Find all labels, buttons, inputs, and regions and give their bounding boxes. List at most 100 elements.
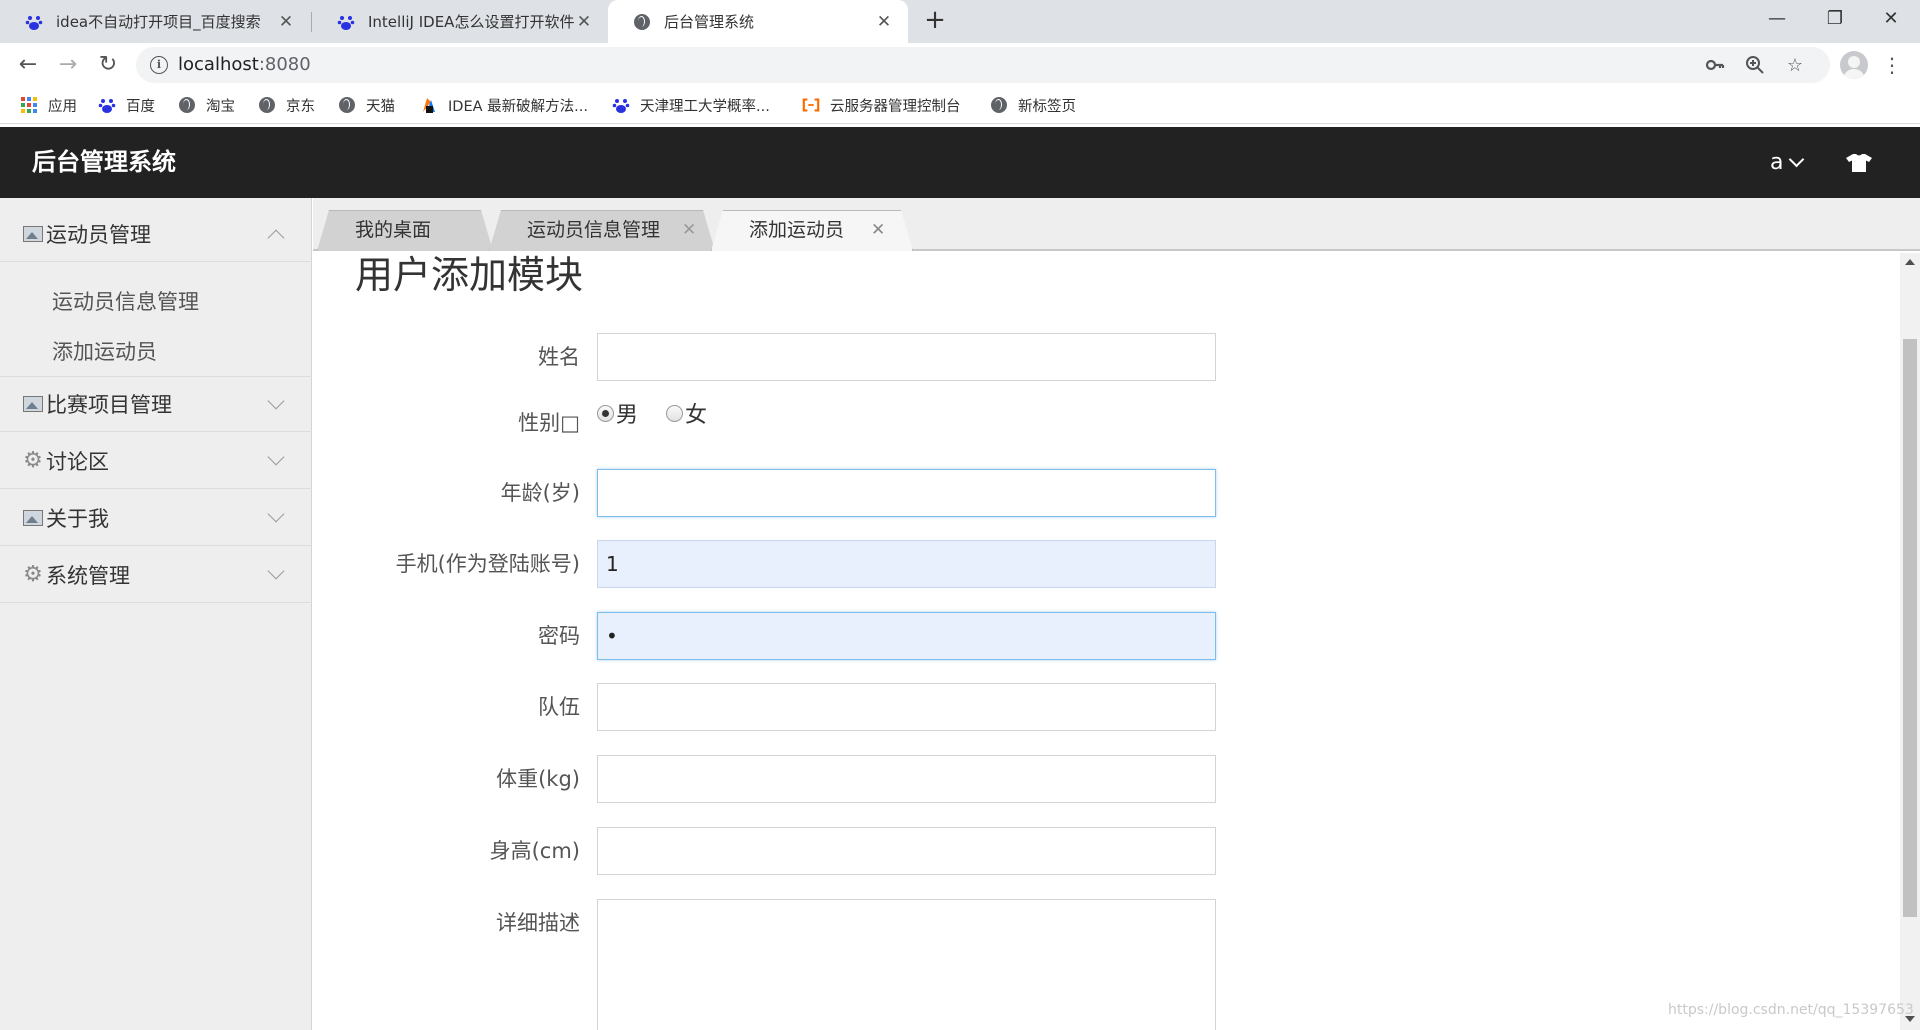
chevron-down-icon — [267, 562, 285, 580]
picture-icon — [22, 509, 44, 527]
sidebar-item-athlete-info[interactable]: 运动员信息管理 — [52, 286, 199, 316]
height-input[interactable] — [597, 827, 1216, 875]
bookmark-label: 天津理工大学概率... — [640, 98, 770, 115]
browser-tab-intellij[interactable]: IntelliJ IDEA怎么设置打开软件不 ✕ — [312, 0, 608, 43]
name-input[interactable] — [597, 333, 1216, 381]
zoom-icon[interactable] — [1744, 55, 1766, 77]
weight-label: 体重(kg) — [496, 767, 580, 791]
form-row-height: 身高(cm) — [313, 827, 1313, 875]
weight-input[interactable] — [597, 755, 1216, 803]
gear-icon: ⚙ — [23, 447, 43, 473]
scroll-up-arrow-icon[interactable] — [1905, 259, 1915, 265]
address-host: localhost — [178, 54, 259, 75]
sidebar-group-system[interactable]: ⚙ 系统管理 — [0, 547, 312, 603]
sidebar-group-discussion[interactable]: ⚙ 讨论区 — [0, 433, 312, 489]
form-row-description: 详细描述 — [313, 899, 1313, 1030]
reload-icon[interactable]: ↻ — [94, 51, 122, 79]
bookmark-newtab[interactable]: 新标签页 — [990, 86, 1076, 124]
sidebar-group-label: 运动员管理 — [46, 222, 151, 247]
tab-label: 运动员信息管理 — [527, 219, 661, 241]
gender-option-label: 男 — [616, 403, 639, 428]
gender-radio-male[interactable]: 男 — [597, 397, 638, 429]
globe-icon — [990, 96, 1008, 114]
password-input[interactable] — [597, 612, 1216, 660]
bookmark-baidu[interactable]: 百度 — [98, 86, 155, 124]
sidebar-group-events[interactable]: 比赛项目管理 — [0, 376, 312, 432]
bookmark-taobao[interactable]: 淘宝 — [178, 86, 235, 124]
phone-label: 手机(作为登陆账号) — [395, 552, 580, 576]
sidebar-item-add-athlete[interactable]: 添加运动员 — [52, 336, 157, 366]
vertical-scrollbar[interactable] — [1900, 253, 1920, 1030]
new-tab-button[interactable]: + — [920, 6, 950, 36]
back-arrow-icon[interactable]: ← — [14, 51, 42, 79]
phone-input[interactable] — [597, 540, 1216, 588]
bookmark-apps[interactable]: 应用 — [20, 86, 77, 124]
bookmark-label: 京东 — [286, 98, 315, 115]
tab-athlete-info[interactable]: 运动员信息管理 ✕ — [489, 210, 715, 251]
age-input[interactable] — [597, 469, 1216, 517]
team-input[interactable] — [597, 683, 1216, 731]
radio-checked-icon — [597, 404, 614, 422]
user-menu[interactable]: a — [1770, 127, 1805, 198]
gender-radio-female[interactable]: 女 — [666, 397, 707, 429]
page-title: 用户添加模块 — [355, 253, 584, 297]
gender-label: 性别□ — [518, 411, 580, 435]
bookmark-label: 云服务器管理控制台 — [830, 98, 961, 115]
tshirt-theme-icon[interactable] — [1846, 154, 1872, 172]
bookmark-tjut[interactable]: 天津理工大学概率... — [612, 86, 770, 124]
scrollbar-thumb[interactable] — [1903, 339, 1917, 917]
browser-tab-admin[interactable]: 后台管理系统 ✕ — [608, 0, 908, 43]
more-menu-icon[interactable]: ⋮ — [1882, 51, 1902, 79]
address-url[interactable]: localhost:8080 — [178, 47, 311, 83]
star-bookmark-icon[interactable]: ☆ — [1784, 55, 1806, 77]
sidebar-group-about[interactable]: 关于我 — [0, 490, 312, 546]
sidebar-group-label: 系统管理 — [46, 563, 130, 588]
page-tabs-bar: 我的桌面 运动员信息管理 ✕ 添加运动员 ✕ — [313, 198, 1920, 251]
form-row-phone: 手机(作为登陆账号) — [313, 540, 1313, 588]
tab-add-athlete[interactable]: 添加运动员 ✕ — [711, 210, 913, 251]
minimize-button[interactable]: — — [1748, 0, 1806, 38]
bookmark-tmall[interactable]: 天猫 — [338, 86, 395, 124]
sidebar-group-label: 比赛项目管理 — [46, 393, 172, 417]
chevron-down-icon — [1789, 151, 1805, 168]
bookmark-jd[interactable]: 京东 — [258, 86, 315, 124]
baidu-paw-icon — [336, 12, 356, 32]
watermark: https://blog.csdn.net/qq_15397653 — [1668, 1002, 1914, 1018]
bookmark-idea[interactable]: IDEA 最新破解方法... — [420, 86, 588, 124]
restore-button[interactable]: ❐ — [1806, 0, 1864, 38]
tab-my-desktop[interactable]: 我的桌面 — [317, 210, 493, 251]
picture-icon — [22, 225, 44, 243]
chevron-down-icon — [267, 505, 285, 523]
username: a — [1770, 150, 1784, 175]
close-icon[interactable]: ✕ — [871, 210, 885, 251]
browser-tab-baidu-search[interactable]: idea不自动打开项目_百度搜索 ✕ — [0, 0, 310, 43]
bookmark-aliyun[interactable]: 云服务器管理控制台 — [802, 86, 961, 124]
idea-logo-icon — [420, 96, 438, 114]
close-icon[interactable]: ✕ — [574, 12, 594, 32]
team-label: 队伍 — [538, 695, 580, 719]
key-icon[interactable] — [1704, 55, 1726, 77]
close-icon[interactable]: ✕ — [874, 12, 894, 32]
sidebar-group-label: 关于我 — [46, 506, 109, 531]
window-close-button[interactable]: ✕ — [1862, 0, 1920, 38]
main-content: 用户添加模块 姓名 性别□ 男 女 年龄(岁) 手机(作为登陆账号) 密码 队伍 — [313, 253, 1900, 1030]
bookmark-label: 百度 — [126, 98, 155, 115]
form-row-age: 年龄(岁) — [313, 469, 1313, 517]
profile-avatar-icon[interactable] — [1840, 51, 1868, 79]
sidebar-group-label: 讨论区 — [46, 449, 109, 474]
globe-icon — [338, 96, 356, 114]
radio-unchecked-icon — [666, 404, 684, 422]
browser-tab-title: 后台管理系统 — [664, 13, 755, 31]
description-textarea[interactable] — [597, 899, 1216, 1030]
description-label: 详细描述 — [496, 911, 580, 935]
chevron-up-icon — [267, 229, 285, 247]
baidu-paw-icon — [612, 96, 630, 114]
info-icon[interactable]: i — [150, 56, 168, 74]
close-icon[interactable]: ✕ — [276, 12, 296, 32]
close-icon[interactable]: ✕ — [682, 210, 696, 251]
sidebar-group-athletes[interactable]: 运动员管理 — [0, 206, 312, 262]
baidu-paw-icon — [24, 12, 44, 32]
forward-arrow-icon[interactable]: → — [54, 51, 82, 79]
tab-label: 添加运动员 — [749, 219, 845, 241]
address-bar[interactable]: i localhost:8080 ☆ — [136, 47, 1830, 83]
